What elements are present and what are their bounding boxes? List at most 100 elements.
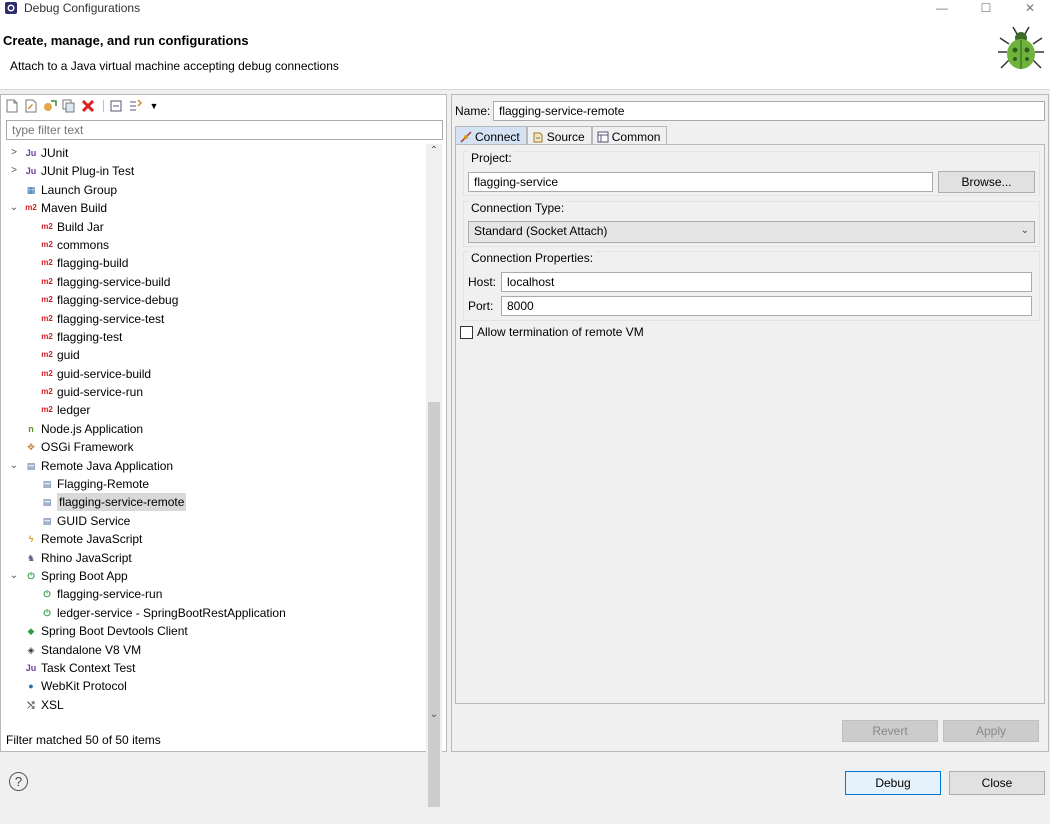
- remote-java-icon: ▤: [42, 515, 52, 526]
- task-context-icon: Ju: [25, 662, 37, 673]
- spring-boot-icon: ⏻: [43, 589, 51, 600]
- tree-item-selected[interactable]: ▤ flagging-service-remote: [1, 493, 426, 512]
- connection-type-select[interactable]: Standard (Socket Attach) ⌄: [468, 221, 1035, 243]
- tree-item[interactable]: ◆ Spring Boot Devtools Client: [1, 622, 426, 640]
- common-icon: [597, 131, 609, 142]
- tree-item[interactable]: m2 flagging-test: [1, 328, 426, 346]
- expand-chevron-icon[interactable]: >: [9, 144, 19, 162]
- tree-item[interactable]: ⌄ ⏻ Spring Boot App: [1, 567, 426, 585]
- tree-item[interactable]: ϟ Remote JavaScript: [1, 530, 426, 548]
- tree-item-label: flagging-build: [57, 256, 129, 271]
- project-input[interactable]: flagging-service: [468, 172, 933, 192]
- tree-item[interactable]: ▦ Launch Group: [1, 181, 426, 199]
- filter-input[interactable]: [6, 120, 443, 140]
- tree-item[interactable]: > Ju JUnit: [1, 144, 426, 162]
- expand-chevron-icon[interactable]: >: [9, 162, 19, 180]
- tree-scrollbar[interactable]: ⌃ ⌄: [426, 144, 442, 824]
- apply-button[interactable]: Apply: [943, 720, 1039, 742]
- tree-item[interactable]: m2 guid-service-run: [1, 383, 426, 401]
- maven-icon: m2: [41, 295, 53, 305]
- remote-java-icon: ▤: [42, 497, 52, 508]
- tree-item[interactable]: n Node.js Application: [1, 420, 426, 438]
- tree-item[interactable]: > Ju JUnit Plug-in Test: [1, 162, 426, 180]
- new-prototype-icon[interactable]: [23, 98, 39, 114]
- connect-icon: [460, 130, 472, 143]
- host-input[interactable]: localhost: [501, 272, 1032, 292]
- collapse-chevron-icon[interactable]: ⌄: [9, 199, 19, 217]
- scroll-down-icon[interactable]: ⌄: [426, 708, 442, 722]
- tree-item[interactable]: ♞ Rhino JavaScript: [1, 549, 426, 567]
- port-input[interactable]: 8000: [501, 296, 1032, 316]
- tree-item-label: Rhino JavaScript: [41, 550, 132, 565]
- project-group: Project: flagging-service Browse...: [463, 151, 1040, 196]
- export-config-icon[interactable]: [42, 98, 58, 114]
- maven-icon: m2: [41, 405, 53, 415]
- scroll-up-icon[interactable]: ⌃: [426, 144, 442, 158]
- tab-connect[interactable]: Connect: [455, 126, 527, 145]
- launch-group-icon: ▦: [26, 184, 36, 195]
- tree-item-label: guid-service-run: [57, 385, 144, 400]
- tree-item-label: XSL: [41, 697, 64, 712]
- tree-item-label: Remote JavaScript: [41, 532, 143, 547]
- tree-item[interactable]: m2 flagging-build: [1, 254, 426, 272]
- tree-item-label: OSGi Framework: [41, 440, 134, 455]
- webkit-icon: ●: [28, 681, 34, 692]
- config-tabs: Connect Source Common: [455, 126, 668, 145]
- debug-button[interactable]: Debug: [845, 771, 941, 795]
- debug-app-icon: [5, 2, 17, 14]
- connection-type-group: Connection Type: Standard (Socket Attach…: [463, 201, 1040, 247]
- tab-common[interactable]: Common: [591, 126, 668, 145]
- tree-item[interactable]: ● WebKit Protocol: [1, 677, 426, 695]
- tree-item[interactable]: ⤭ XSL: [1, 696, 426, 714]
- revert-button[interactable]: Revert: [842, 720, 938, 742]
- toolbar-separator: [103, 100, 104, 112]
- filter-config-icon[interactable]: [127, 98, 143, 114]
- allow-termination-checkbox[interactable]: [460, 326, 473, 339]
- tree-item[interactable]: m2 flagging-service-build: [1, 273, 426, 291]
- port-label: Port:: [468, 299, 494, 313]
- tree-item[interactable]: ⌄ m2 Maven Build: [1, 199, 426, 217]
- tree-item-label: guid: [57, 348, 80, 363]
- close-button[interactable]: Close: [949, 771, 1045, 795]
- tree-item[interactable]: ▤ Flagging-Remote: [1, 475, 426, 493]
- minimize-button[interactable]: —: [920, 0, 964, 18]
- tree-item[interactable]: ▤ GUID Service: [1, 512, 426, 530]
- collapse-all-icon[interactable]: [108, 98, 124, 114]
- tree-item[interactable]: ⌄ ▤ Remote Java Application: [1, 457, 426, 475]
- scrollbar-thumb[interactable]: [428, 402, 440, 807]
- config-name-input[interactable]: flagging-service-remote: [493, 101, 1045, 121]
- tree-item-label: Remote Java Application: [41, 458, 174, 473]
- tree-item-label: flagging-test: [57, 329, 123, 344]
- tree-item-label: Standalone V8 VM: [41, 642, 142, 657]
- tree-item-label: Build Jar: [57, 219, 104, 234]
- configuration-editor-panel: Name: flagging-service-remote Connect So…: [451, 94, 1049, 752]
- tree-item-label: ledger-service - SpringBootRestApplicati…: [57, 605, 286, 620]
- tree-item[interactable]: m2 ledger: [1, 401, 426, 419]
- tree-item[interactable]: ⏻ flagging-service-run: [1, 585, 426, 603]
- tree-item[interactable]: m2 flagging-service-test: [1, 310, 426, 328]
- tree-item[interactable]: Ju Task Context Test: [1, 659, 426, 677]
- delete-config-icon[interactable]: [80, 98, 96, 114]
- tree-item[interactable]: ✥ OSGi Framework: [1, 438, 426, 456]
- close-window-button[interactable]: ✕: [1008, 0, 1050, 18]
- duplicate-config-icon[interactable]: [61, 98, 77, 114]
- maximize-button[interactable]: ☐: [964, 0, 1008, 18]
- tree-item-label: ledger: [57, 403, 91, 418]
- tree-item[interactable]: ◈ Standalone V8 VM: [1, 641, 426, 659]
- tree-item[interactable]: m2 commons: [1, 236, 426, 254]
- tree-item-label: Flagging-Remote: [57, 477, 150, 492]
- tree-item[interactable]: m2 guid: [1, 346, 426, 364]
- view-menu-chevron-down-icon[interactable]: ▼: [146, 98, 162, 114]
- collapse-chevron-icon[interactable]: ⌄: [9, 567, 19, 585]
- help-icon[interactable]: ?: [9, 772, 28, 791]
- collapse-chevron-icon[interactable]: ⌄: [9, 457, 19, 475]
- new-config-icon[interactable]: [4, 98, 20, 114]
- tab-source[interactable]: Source: [526, 126, 592, 145]
- spring-devtools-icon: ◆: [27, 626, 35, 637]
- tree-item[interactable]: m2 guid-service-build: [1, 365, 426, 383]
- tree-item[interactable]: m2 flagging-service-debug: [1, 291, 426, 309]
- browse-button[interactable]: Browse...: [938, 171, 1035, 193]
- tree-item[interactable]: ⏻ ledger-service - SpringBootRestApplicat…: [1, 604, 426, 622]
- tree-item[interactable]: m2 Build Jar: [1, 218, 426, 236]
- tree-item-label: guid-service-build: [57, 366, 152, 381]
